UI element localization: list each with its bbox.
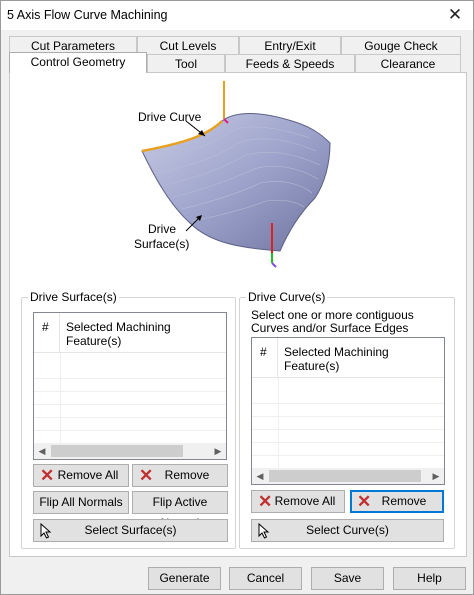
remove-x-icon: ✕ [139, 466, 154, 485]
tab-control-geometry[interactable]: Control Geometry [9, 52, 147, 73]
list-row [34, 379, 226, 392]
scroll-right-icon[interactable]: ▶ [210, 443, 226, 459]
save-button[interactable]: Save [311, 567, 384, 590]
close-icon[interactable]: ✕ [445, 5, 465, 25]
window-title: 5 Axis Flow Curve Machining [7, 8, 168, 22]
list-row [252, 430, 444, 443]
cursor-arrow-icon [40, 523, 52, 539]
list-row [34, 392, 226, 405]
surface-normal-violet [271, 262, 277, 268]
tab-gouge-check[interactable]: Gouge Check [341, 36, 461, 55]
flip-active-normal-button[interactable]: Flip Active Normal [132, 491, 228, 530]
remove-all-curves-button[interactable]: ✕ Remove All [251, 490, 345, 513]
tab-feeds-speeds[interactable]: Feeds & Speeds [225, 54, 355, 73]
list-row [252, 404, 444, 417]
drive-surfaces-group-title: Drive Surface(s) [28, 290, 119, 304]
drive-curves-group: Drive Curve(s) Select one or more contig… [239, 290, 455, 549]
drive-surfaces-list[interactable]: # Selected Machining Feature(s) ◀ ▶ [33, 312, 227, 460]
scroll-right-icon[interactable]: ▶ [428, 468, 444, 484]
drive-curve-label: Drive Curve [138, 110, 202, 124]
list-row [252, 417, 444, 430]
surface-diagram: Drive Curve Drive Surface(s) [134, 81, 331, 268]
dialog-window: 5 Axis Flow Curve Machining ✕ Cut Parame… [0, 0, 474, 595]
generate-button[interactable]: Generate [148, 567, 221, 590]
drive-surface-label-1: Drive [148, 222, 176, 236]
list-header: # Selected Machining Feature(s) [34, 313, 226, 353]
tab-tool[interactable]: Tool [147, 54, 225, 73]
cancel-button[interactable]: Cancel [229, 567, 302, 590]
remove-x-icon: ✕ [40, 466, 55, 485]
drive-surface-label-2: Surface(s) [134, 237, 189, 251]
select-curves-button[interactable]: Select Curve(s) [251, 519, 444, 542]
horizontal-scrollbar[interactable]: ◀ ▶ [252, 468, 444, 484]
column-number: # [252, 338, 278, 377]
list-row [34, 366, 226, 379]
tab-clearance[interactable]: Clearance [355, 54, 461, 73]
drive-surfaces-group: Drive Surface(s) # Selected Machining Fe… [21, 290, 236, 549]
scroll-left-icon[interactable]: ◀ [34, 443, 50, 459]
drive-curves-group-title: Drive Curve(s) [246, 290, 328, 304]
remove-x-icon: ✕ [357, 492, 372, 511]
list-header: # Selected Machining Feature(s) [252, 338, 444, 378]
help-button[interactable]: Help [393, 567, 466, 590]
column-number: # [34, 313, 60, 352]
list-row [252, 443, 444, 456]
list-row [34, 418, 226, 431]
scroll-thumb[interactable] [269, 470, 421, 482]
drive-curves-instruction-2: Curves and/or Surface Edges [251, 321, 409, 335]
list-row [252, 391, 444, 404]
tab-cut-levels[interactable]: Cut Levels [137, 36, 239, 55]
drive-curves-instruction-1: Select one or more contiguous [251, 308, 414, 322]
flow-surface-illustration: Drive Curve Drive Surface(s) [10, 73, 468, 283]
remove-curve-button[interactable]: ✕ Remove [350, 490, 444, 513]
horizontal-scrollbar[interactable]: ◀ ▶ [34, 443, 226, 459]
remove-x-icon: ✕ [258, 492, 273, 511]
title-bar: 5 Axis Flow Curve Machining ✕ [1, 1, 473, 30]
control-geometry-panel: Drive Curve Drive Surface(s) Drive Surfa… [9, 72, 467, 557]
select-surfaces-button[interactable]: Select Surface(s) [33, 519, 228, 542]
remove-active-surface-button[interactable]: ✕ Remove Active [132, 464, 228, 503]
scroll-left-icon[interactable]: ◀ [252, 468, 268, 484]
cursor-arrow-icon [258, 523, 270, 539]
scroll-thumb[interactable] [51, 445, 183, 457]
tab-entry-exit[interactable]: Entry/Exit [239, 36, 341, 55]
list-row [34, 405, 226, 418]
drive-curves-list[interactable]: # Selected Machining Feature(s) ◀ ▶ [251, 337, 445, 485]
flip-all-normals-button[interactable]: Flip All Normals [33, 491, 129, 514]
remove-all-surfaces-button[interactable]: ✕ Remove All [33, 464, 129, 487]
